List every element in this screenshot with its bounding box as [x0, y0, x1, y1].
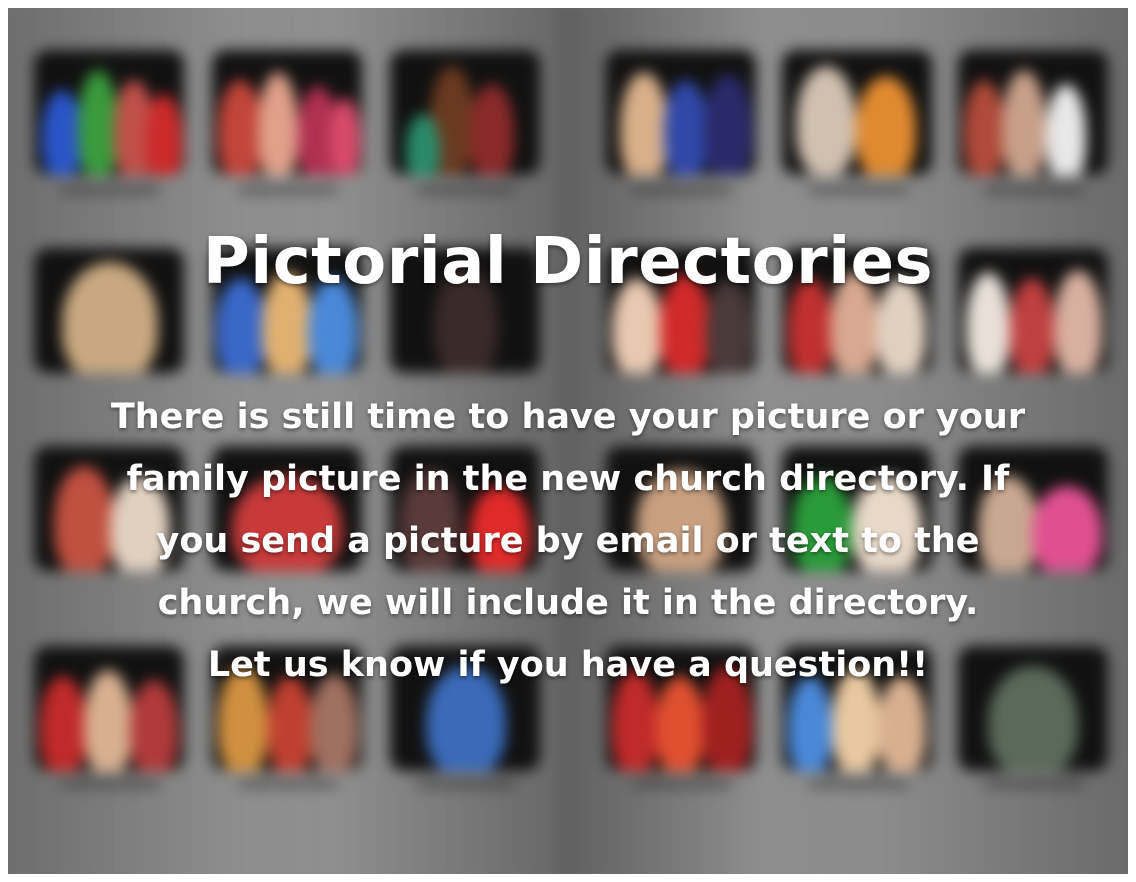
message-line: There is still time to have your picture… [110, 397, 1026, 437]
photo-caption-blur [984, 780, 1084, 788]
directory-photo [212, 50, 362, 175]
photo-caption-blur [238, 780, 338, 788]
photo-caption-blur [60, 186, 160, 194]
photo-caption-blur [808, 186, 908, 194]
message-line: Let us know if you have a question!! [207, 645, 929, 685]
message-line: family picture in the new church directo… [126, 459, 1010, 499]
photo-caption-blur [60, 780, 160, 788]
directory-photo [782, 50, 932, 175]
photo-caption-blur [238, 186, 338, 194]
directory-photo [390, 50, 540, 175]
photo-caption-blur [416, 780, 516, 788]
message-line: you send a picture by email or text to t… [156, 521, 980, 561]
directory-photo [958, 50, 1108, 175]
announcement-message: There is still time to have your picture… [0, 386, 1136, 696]
photo-caption-blur [632, 186, 732, 194]
photo-caption-blur [808, 780, 908, 788]
photo-caption-blur [984, 186, 1084, 194]
photo-caption-blur [416, 186, 516, 194]
page-title: Pictorial Directories [202, 225, 934, 299]
directory-photo [606, 50, 756, 175]
message-line: church, we will include it in the direct… [157, 583, 979, 623]
directory-photo [34, 50, 184, 175]
photo-caption-blur [632, 780, 732, 788]
